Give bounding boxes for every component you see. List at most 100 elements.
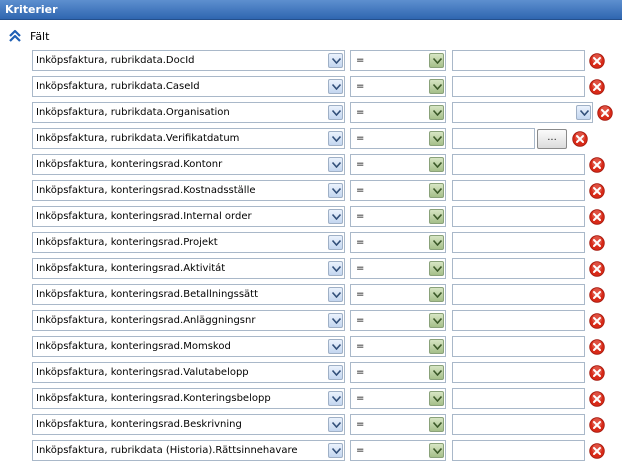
value-input[interactable] — [452, 76, 585, 97]
delete-icon[interactable] — [589, 339, 605, 355]
chevron-down-icon[interactable] — [429, 131, 444, 146]
chevron-down-icon[interactable] — [429, 157, 444, 172]
value-input[interactable] — [452, 388, 585, 409]
operator-select[interactable]: = — [350, 284, 446, 305]
operator-select[interactable]: = — [350, 258, 446, 279]
value-input[interactable] — [452, 180, 585, 201]
chevron-down-icon[interactable] — [328, 443, 343, 458]
operator-select[interactable]: = — [350, 388, 446, 409]
chevron-down-icon[interactable] — [328, 209, 343, 224]
field-select[interactable]: Inköpsfaktura, rubrikdata (Historia).Rät… — [32, 440, 345, 461]
chevron-down-icon[interactable] — [429, 365, 444, 380]
chevron-down-icon[interactable] — [429, 391, 444, 406]
chevron-down-icon[interactable] — [328, 183, 343, 198]
chevron-down-icon[interactable] — [429, 183, 444, 198]
chevron-down-icon[interactable] — [328, 53, 343, 68]
field-select[interactable]: Inköpsfaktura, konteringsrad.Konteringsb… — [32, 388, 345, 409]
operator-select[interactable]: = — [350, 76, 446, 97]
chevron-down-icon[interactable] — [429, 53, 444, 68]
operator-select[interactable]: = — [350, 362, 446, 383]
field-select[interactable]: Inköpsfaktura, konteringsrad.Projekt — [32, 232, 345, 253]
value-input[interactable] — [452, 154, 585, 175]
chevron-down-icon[interactable] — [328, 261, 343, 276]
delete-icon[interactable] — [589, 443, 605, 459]
delete-icon[interactable] — [589, 261, 605, 277]
chevron-down-icon[interactable] — [429, 235, 444, 250]
operator-select[interactable]: = — [350, 128, 446, 149]
chevron-down-icon[interactable] — [328, 417, 343, 432]
operator-select[interactable]: = — [350, 232, 446, 253]
delete-icon[interactable] — [589, 183, 605, 199]
chevron-down-icon[interactable] — [328, 287, 343, 302]
value-input[interactable] — [452, 284, 585, 305]
operator-select[interactable]: = — [350, 154, 446, 175]
chevron-down-icon[interactable] — [328, 365, 343, 380]
operator-select[interactable]: = — [350, 310, 446, 331]
value-input[interactable] — [452, 310, 585, 331]
field-select[interactable]: Inköpsfaktura, konteringsrad.Kostnadsstä… — [32, 180, 345, 201]
field-select[interactable]: Inköpsfaktura, konteringsrad.Beskrivning — [32, 414, 345, 435]
chevron-down-icon[interactable] — [429, 105, 444, 120]
field-select[interactable]: Inköpsfaktura, konteringsrad.Betallnings… — [32, 284, 345, 305]
value-input[interactable] — [452, 414, 585, 435]
operator-select[interactable]: = — [350, 206, 446, 227]
operator-select[interactable]: = — [350, 336, 446, 357]
delete-icon[interactable] — [589, 417, 605, 433]
field-select[interactable]: Inköpsfaktura, rubrikdata.Organisation — [32, 102, 345, 123]
value-input[interactable] — [452, 362, 585, 383]
delete-icon[interactable] — [589, 157, 605, 173]
chevron-down-icon[interactable] — [328, 105, 343, 120]
chevron-down-icon[interactable] — [328, 131, 343, 146]
field-select[interactable]: Inköpsfaktura, konteringsrad.Anläggnings… — [32, 310, 345, 331]
chevron-down-icon[interactable] — [429, 209, 444, 224]
section-header[interactable]: Fält — [8, 28, 49, 44]
field-select[interactable]: Inköpsfaktura, rubrikdata.Verifikatdatum — [32, 128, 345, 149]
value-select[interactable] — [452, 102, 593, 123]
delete-icon[interactable] — [589, 209, 605, 225]
chevron-down-icon[interactable] — [429, 261, 444, 276]
delete-icon[interactable] — [589, 235, 605, 251]
delete-icon[interactable] — [597, 105, 613, 121]
chevron-down-icon[interactable] — [328, 313, 343, 328]
field-select[interactable]: Inköpsfaktura, konteringsrad.Aktivitát — [32, 258, 345, 279]
chevron-down-icon[interactable] — [576, 105, 591, 120]
chevron-down-icon[interactable] — [429, 417, 444, 432]
operator-select[interactable]: = — [350, 440, 446, 461]
field-select[interactable]: Inköpsfaktura, konteringsrad.Valutabelop… — [32, 362, 345, 383]
operator-select[interactable]: = — [350, 414, 446, 435]
operator-select[interactable]: = — [350, 50, 446, 71]
chevron-down-icon[interactable] — [429, 339, 444, 354]
value-input[interactable] — [452, 206, 585, 227]
chevron-down-icon[interactable] — [328, 391, 343, 406]
value-input[interactable] — [452, 258, 585, 279]
operator-select[interactable]: = — [350, 102, 446, 123]
chevron-down-icon[interactable] — [429, 443, 444, 458]
chevron-down-icon[interactable] — [328, 79, 343, 94]
chevron-down-icon[interactable] — [429, 287, 444, 302]
chevron-up-double-icon[interactable] — [8, 29, 22, 43]
value-input[interactable] — [452, 336, 585, 357]
chevron-down-icon[interactable] — [328, 339, 343, 354]
field-select[interactable]: Inköpsfaktura, rubrikdata.CaseId — [32, 76, 345, 97]
delete-icon[interactable] — [589, 365, 605, 381]
date-input[interactable] — [452, 128, 535, 149]
field-select[interactable]: Inköpsfaktura, konteringsrad.Kontonr — [32, 154, 345, 175]
delete-icon[interactable] — [572, 131, 588, 147]
value-input[interactable] — [452, 232, 585, 253]
date-picker-button[interactable]: ... — [537, 129, 567, 149]
field-select[interactable]: Inköpsfaktura, konteringsrad.Internal or… — [32, 206, 345, 227]
chevron-down-icon[interactable] — [429, 313, 444, 328]
chevron-down-icon[interactable] — [328, 235, 343, 250]
value-input[interactable] — [452, 440, 585, 461]
delete-icon[interactable] — [589, 79, 605, 95]
delete-icon[interactable] — [589, 313, 605, 329]
chevron-down-icon[interactable] — [328, 157, 343, 172]
value-input[interactable] — [452, 50, 585, 71]
field-select[interactable]: Inköpsfaktura, konteringsrad.Momskod — [32, 336, 345, 357]
delete-icon[interactable] — [589, 287, 605, 303]
delete-icon[interactable] — [589, 53, 605, 69]
delete-icon[interactable] — [589, 391, 605, 407]
chevron-down-icon[interactable] — [429, 79, 444, 94]
field-select[interactable]: Inköpsfaktura, rubrikdata.DocId — [32, 50, 345, 71]
operator-select[interactable]: = — [350, 180, 446, 201]
